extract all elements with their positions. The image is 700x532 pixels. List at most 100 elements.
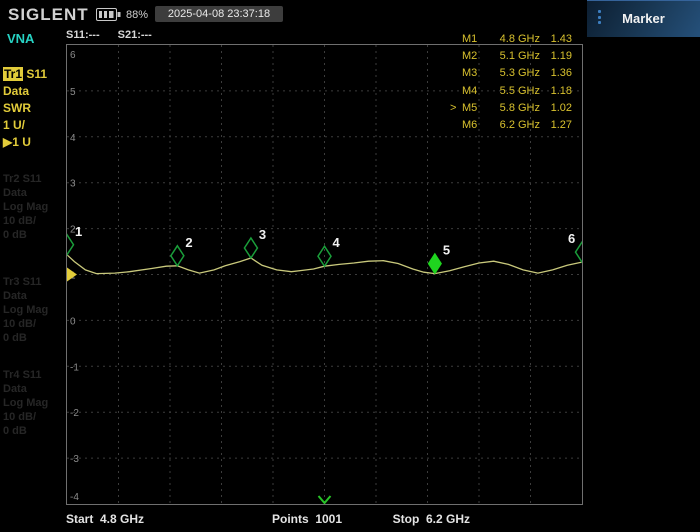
s21-status: S21:--- xyxy=(118,29,152,41)
marker-frequency: 5.3 GHz xyxy=(484,67,540,79)
top-status-bar: SIGLENT 88% 2025-04-08 23:37:18 xyxy=(0,0,587,28)
inactive-trace-line: 10 dB/ xyxy=(3,214,48,228)
marker-frequency: 5.8 GHz xyxy=(484,102,540,114)
trace-number-chip: Tr1 xyxy=(3,67,23,81)
menu-item-marker-freq[interactable]: Marker Freq5.8 GHz xyxy=(587,228,700,290)
inactive-trace-title: Tr4 S11 xyxy=(3,368,48,382)
menu-item-label: Marker To xyxy=(587,350,700,368)
brand-logo: SIGLENT xyxy=(8,5,89,25)
softkey-menu: Marker Select MarkerMarker 5▼Select Trac… xyxy=(587,0,700,532)
marker-frequency: 6.2 GHz xyxy=(484,119,540,131)
marker-number-label: 1 xyxy=(75,224,82,239)
marker-readout-table: M14.8 GHz1.43M25.1 GHz1.19M35.3 GHz1.36M… xyxy=(450,30,572,134)
inactive-trace-info: Tr3 S11DataLog Mag10 dB/0 dB xyxy=(3,275,48,345)
menu-item-marker-to[interactable]: Marker To› xyxy=(587,350,700,410)
inactive-trace-line: 0 dB xyxy=(3,228,48,242)
menu-item-value: Marker 5 xyxy=(587,57,700,75)
menu-item-page-1-2[interactable]: Page 1/2 xyxy=(587,478,700,532)
bottom-freq-tick-icon xyxy=(319,496,331,503)
marker-name: M4 xyxy=(462,85,484,97)
inactive-trace-line: 10 dB/ xyxy=(3,317,48,331)
marker-number-label: 2 xyxy=(185,235,192,250)
marker-2-diamond-icon[interactable]: 2 xyxy=(171,235,193,266)
inactive-trace-line: Log Mag xyxy=(3,396,48,410)
y-tick-label: 5 xyxy=(70,87,76,98)
marker-table-row: M14.8 GHz1.43 xyxy=(450,30,572,47)
active-trace-title: Tr1 S11 xyxy=(3,66,47,83)
inactive-trace-line: Data xyxy=(3,289,48,303)
menu-item-label: Select Trace xyxy=(587,109,700,127)
marker-frequency: 5.1 GHz xyxy=(484,50,540,62)
active-trace-line: 1 U/ xyxy=(3,117,47,134)
dropdown-arrow-icon: ▼ xyxy=(587,145,603,162)
inactive-trace-line: 10 dB/ xyxy=(3,410,48,424)
y-tick-label: 4 xyxy=(70,133,76,144)
active-trace-line: Data xyxy=(3,83,47,100)
y-tick-label: -1 xyxy=(70,362,79,373)
inactive-trace-line: 0 dB xyxy=(3,331,48,345)
sparam-status-row: S11:--- S21:--- xyxy=(66,29,170,41)
start-frequency: Start 4.8 GHz xyxy=(66,512,144,526)
menu-item-label: Select Marker xyxy=(587,39,700,57)
marker-number-label: 3 xyxy=(259,227,266,242)
battery-icon xyxy=(96,8,122,21)
marker-table-row: M45.5 GHz1.18 xyxy=(450,82,572,99)
inactive-trace-info: Tr4 S11DataLog Mag10 dB/0 dB xyxy=(3,368,48,438)
active-trace-info: Tr1 S11 DataSWR1 U/▶1 U xyxy=(3,66,47,151)
inactive-trace-title: Tr2 S11 xyxy=(3,172,48,186)
marker-table-row: M66.2 GHz1.27 xyxy=(450,116,572,133)
menu-item-blank[interactable] xyxy=(587,412,700,476)
inactive-trace-line: 0 dB xyxy=(3,424,48,438)
inactive-trace-info: Tr2 S11DataLog Mag10 dB/0 dB xyxy=(3,172,48,242)
timestamp: 2025-04-08 23:37:18 xyxy=(155,6,283,22)
y-tick-label: 6 xyxy=(70,50,76,61)
menu-item-label: Marker Freq xyxy=(587,228,700,246)
marker-value: 1.43 xyxy=(540,33,572,45)
marker-number-label: 4 xyxy=(333,235,341,250)
menu-item-value: 5.8 GHz xyxy=(587,246,700,264)
vna-screen: SIGLENT 88% 2025-04-08 23:37:18 VNA S11:… xyxy=(0,0,700,532)
menu-item-value: Normal xyxy=(587,186,700,204)
marker-table-row: M35.3 GHz1.36 xyxy=(450,65,572,82)
marker-name: M6 xyxy=(462,119,484,131)
dropdown-arrow-icon: ▼ xyxy=(587,75,603,92)
menu-item-peak[interactable]: Peak xyxy=(587,292,700,348)
stop-frequency: Stop 6.2 GHz xyxy=(393,512,470,526)
menu-item-marker-type[interactable]: Marker TypeNormal▼ xyxy=(587,168,700,226)
y-tick-label: 0 xyxy=(70,316,76,327)
mode-label: VNA xyxy=(7,31,34,46)
y-tick-label: -2 xyxy=(70,408,79,419)
marker-6-diamond-icon[interactable]: 6 xyxy=(568,231,582,262)
menu-item-label: Marker Type xyxy=(587,168,700,186)
menu-item-label: Peak xyxy=(587,292,700,310)
marker-value: 1.19 xyxy=(540,50,572,62)
menu-item-select-marker[interactable]: Select MarkerMarker 5▼ xyxy=(587,39,700,107)
active-marker-indicator: > xyxy=(450,102,462,114)
sweep-info-bar: Start 4.8 GHz Points 1001 Stop 6.2 GHz xyxy=(0,512,587,532)
marker-number-label: 5 xyxy=(443,243,450,258)
menu-header: Marker xyxy=(587,0,700,37)
marker-number-label: 6 xyxy=(568,231,575,246)
marker-frequency: 5.5 GHz xyxy=(484,85,540,97)
y-tick-label: 3 xyxy=(70,179,76,190)
inactive-trace-title: Tr3 S11 xyxy=(3,275,48,289)
menu-title: Marker xyxy=(587,0,700,37)
marker-value: 1.36 xyxy=(540,67,572,79)
marker-name: M5 xyxy=(462,102,484,114)
s11-status: S11:--- xyxy=(66,29,100,41)
inactive-trace-line: Log Mag xyxy=(3,303,48,317)
battery-percent: 88% xyxy=(126,9,148,21)
marker-table-row: >M55.8 GHz1.02 xyxy=(450,99,572,116)
marker-4-diamond-icon[interactable]: 4 xyxy=(318,235,341,266)
active-trace-line: SWR xyxy=(3,100,47,117)
inactive-trace-line: Log Mag xyxy=(3,200,48,214)
active-trace-line: ▶1 U xyxy=(3,134,47,151)
y-tick-label: -3 xyxy=(70,454,79,465)
marker-name: M3 xyxy=(462,67,484,79)
marker-3-diamond-icon[interactable]: 3 xyxy=(244,227,266,258)
menu-item-value: Trace 1 xyxy=(587,127,700,145)
menu-item-select-trace[interactable]: Select TraceTrace 1▼ xyxy=(587,109,700,166)
y-tick-label: -4 xyxy=(70,492,79,503)
marker-5-diamond-icon[interactable]: 5 xyxy=(428,243,450,274)
dropdown-arrow-icon: ▼ xyxy=(587,204,603,221)
